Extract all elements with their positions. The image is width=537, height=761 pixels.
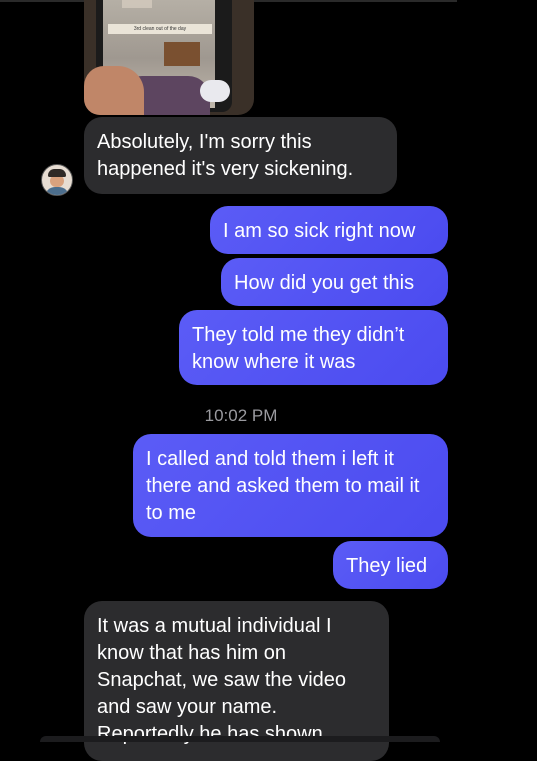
thumbnail-screen-chip [122, 0, 152, 8]
message-bubble-outgoing[interactable]: They lied [333, 541, 448, 589]
composer-bar-edge [40, 736, 440, 742]
message-text: They told me they didn’t know where it w… [192, 324, 405, 373]
message-text: How did you get this [234, 272, 415, 294]
thumbnail-caption: 3rd clean out of the day [108, 24, 212, 34]
message-text: They lied [346, 555, 428, 577]
thumbnail-hand [84, 66, 144, 115]
message-text: I am so sick right now [223, 220, 416, 242]
message-bubble-incoming[interactable]: Absolutely, I'm sorry this happened it's… [84, 117, 397, 194]
message-text: I called and told them i left it there a… [146, 448, 420, 524]
shared-video-thumbnail[interactable]: 3rd clean out of the day [84, 0, 254, 115]
message-bubble-outgoing[interactable]: How did you get this [221, 258, 448, 306]
thumbnail-shoe [200, 80, 230, 102]
message-bubble-outgoing[interactable]: I am so sick right now [210, 206, 448, 254]
sender-avatar[interactable] [41, 164, 73, 196]
message-bubble-outgoing[interactable]: I called and told them i left it there a… [133, 434, 448, 537]
avatar-hair [48, 169, 66, 177]
avatar-shirt [45, 187, 69, 195]
message-timestamp: 10:02 PM [204, 406, 278, 425]
message-bubble-outgoing[interactable]: They told me they didn’t know where it w… [179, 310, 448, 385]
message-text: Absolutely, I'm sorry this happened it's… [97, 131, 354, 180]
thumbnail-furniture [164, 42, 200, 66]
message-text: It was a mutual individual I know that h… [97, 615, 347, 745]
